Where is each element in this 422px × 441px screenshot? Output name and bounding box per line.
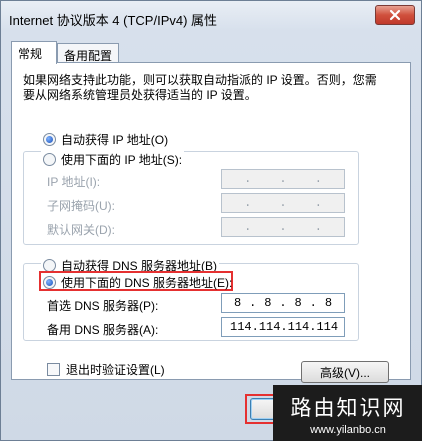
ip-address-label: IP 地址(I): bbox=[47, 175, 101, 189]
subnet-mask-field: ... bbox=[221, 193, 345, 213]
tab-general[interactable]: 常规 bbox=[11, 41, 57, 64]
validate-settings-option[interactable]: 退出时验证设置(L) bbox=[47, 361, 165, 378]
subnet-mask-label: 子网掩码(U): bbox=[47, 199, 115, 213]
alternate-dns-label: 备用 DNS 服务器(A): bbox=[47, 323, 159, 337]
alternate-dns-field[interactable]: 114. 114. 114. 114 bbox=[221, 317, 345, 337]
preferred-dns-label: 首选 DNS 服务器(P): bbox=[47, 299, 159, 313]
description-text: 如果网络支持此功能，则可以获取自动指派的 IP 设置。否则，您需要从网络系统管理… bbox=[23, 73, 377, 102]
manual-dns-option[interactable]: 使用下面的 DNS 服务器地址(E): bbox=[41, 274, 234, 291]
ip-address-field: ... bbox=[221, 169, 345, 189]
manual-ip-radio[interactable] bbox=[43, 153, 56, 166]
manual-ip-label: 使用下面的 IP 地址(S): bbox=[61, 153, 183, 167]
close-icon bbox=[389, 9, 401, 21]
auto-ip-option[interactable]: 自动获得 IP 地址(O) bbox=[41, 131, 171, 148]
window-title: Internet 协议版本 4 (TCP/IPv4) 属性 bbox=[9, 13, 218, 28]
title-bar: Internet 协议版本 4 (TCP/IPv4) 属性 bbox=[1, 1, 421, 37]
validate-settings-label: 退出时验证设置(L) bbox=[66, 363, 165, 377]
watermark-url: www.yilanbo.cn bbox=[310, 423, 386, 436]
watermark-logo: 路由知识网 www.yilanbo.cn bbox=[273, 385, 422, 441]
default-gateway-label: 默认网关(D): bbox=[47, 223, 115, 237]
auto-ip-radio[interactable] bbox=[43, 133, 56, 146]
validate-settings-checkbox[interactable] bbox=[47, 363, 60, 376]
watermark-title: 路由知识网 bbox=[290, 395, 406, 420]
tab-alternate-config[interactable]: 备用配置 bbox=[57, 43, 119, 63]
close-button[interactable] bbox=[375, 5, 415, 25]
auto-ip-label: 自动获得 IP 地址(O) bbox=[61, 133, 169, 147]
ipv4-properties-dialog: Internet 协议版本 4 (TCP/IPv4) 属性 常规 备用配置 如果… bbox=[0, 0, 422, 441]
manual-ip-option[interactable]: 使用下面的 IP 地址(S): bbox=[41, 151, 185, 168]
advanced-button[interactable]: 高级(V)... bbox=[301, 361, 389, 383]
default-gateway-field: ... bbox=[221, 217, 345, 237]
manual-dns-radio[interactable] bbox=[43, 276, 56, 289]
preferred-dns-field[interactable]: 8.8.8.8 bbox=[221, 293, 345, 313]
manual-dns-label: 使用下面的 DNS 服务器地址(E): bbox=[61, 276, 233, 290]
